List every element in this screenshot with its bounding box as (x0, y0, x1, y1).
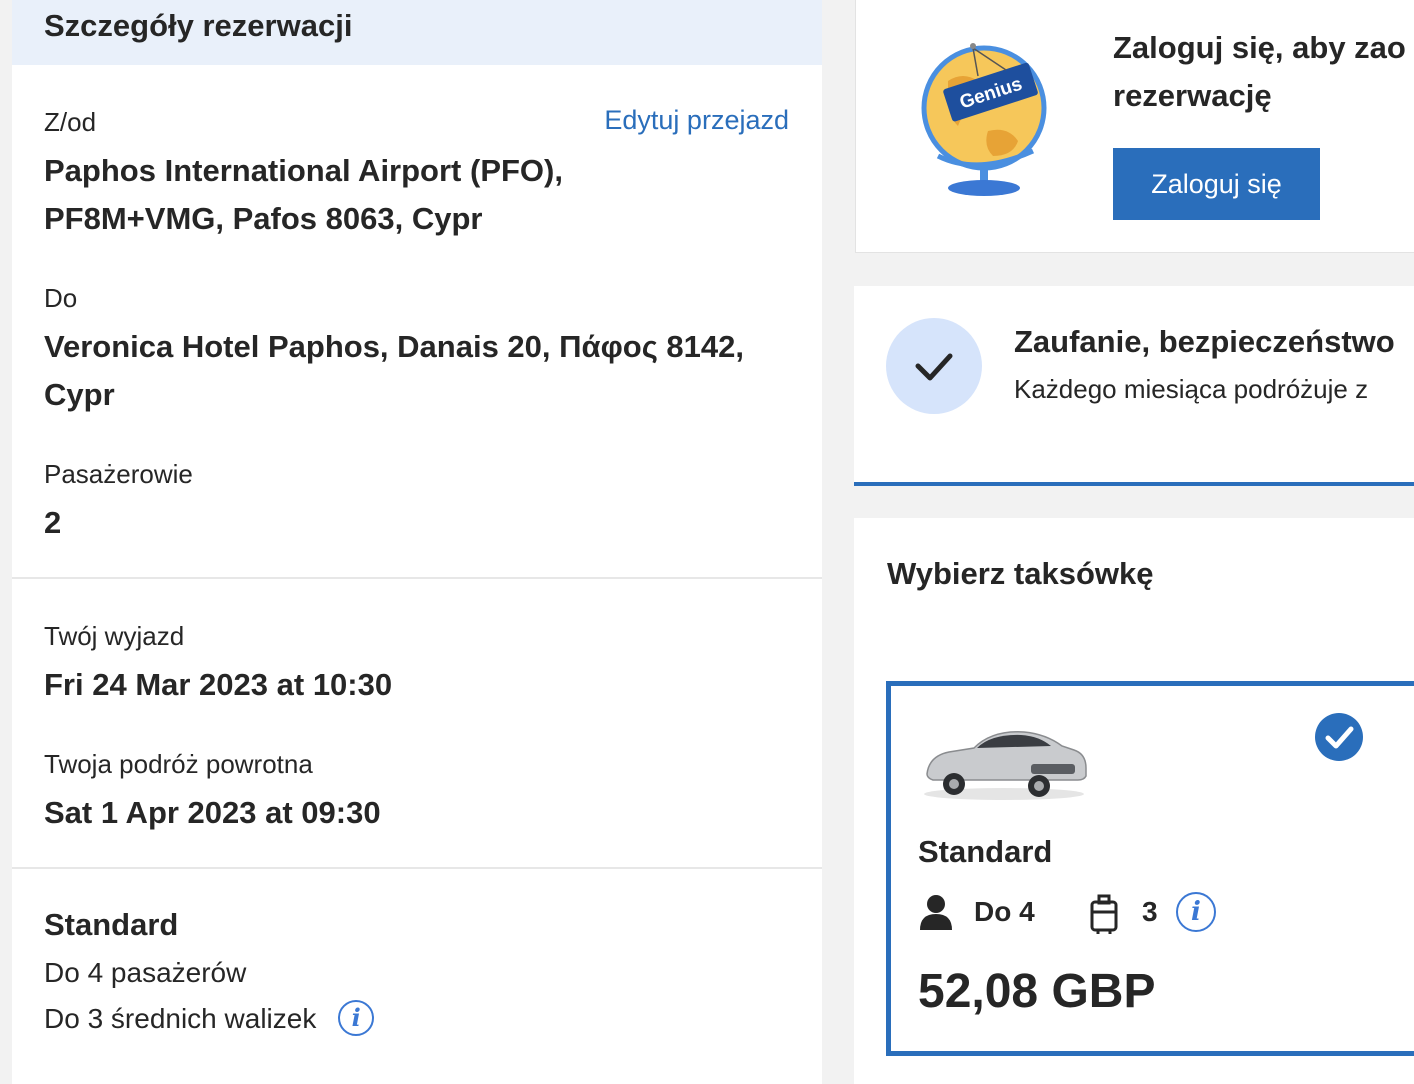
taxi-info-icon[interactable]: i (1176, 892, 1216, 932)
to-label: Do (44, 283, 78, 313)
vehicle-luggage: Do 3 średnich walizek i (44, 999, 375, 1036)
vehicle-luggage-text: Do 3 średnich walizek (44, 1003, 317, 1034)
person-icon (920, 895, 952, 930)
login-card: Genius Zaloguj się, aby zao rezerwację Z… (855, 0, 1414, 253)
passengers-label: Pasażerowie (44, 459, 193, 489)
departure-label: Twój wyjazd (44, 621, 185, 651)
booking-details-title: Szczegóły rezerwacji (44, 8, 353, 43)
taxi-option-standard[interactable]: Standard Do 4 3 i 52,08 GBP (886, 681, 1414, 1056)
login-button[interactable]: Zaloguj się (1113, 148, 1320, 220)
dates-section: Twój wyjazd Fri 24 Mar 2023 at 10:30 Two… (12, 579, 822, 869)
from-value: Paphos International Airport (PFO), PF8M… (44, 147, 563, 243)
from-value-line1: Paphos International Airport (PFO), (44, 153, 563, 188)
booking-details-header: Szczegóły rezerwacji (12, 0, 822, 65)
departure-value: Fri 24 Mar 2023 at 10:30 (44, 667, 393, 702)
trust-subtitle: Każdego miesiąca podróżuje z (1014, 374, 1369, 404)
globe-icon: Genius (921, 43, 1047, 196)
login-prompt: Zaloguj się, aby zao rezerwację (1113, 24, 1414, 120)
car-image (924, 731, 1087, 800)
selected-check-icon (1315, 713, 1363, 761)
check-icon (886, 318, 982, 414)
trust-title: Zaufanie, bezpieczeństwo (1014, 324, 1395, 359)
from-value-line2: PF8M+VMG, Pafos 8063, Cypr (44, 201, 483, 236)
taxi-selection-title: Wybierz taksówkę (887, 556, 1154, 591)
route-section: Z/od Edytuj przejazd Paphos Internationa… (12, 65, 822, 579)
vehicle-passengers: Do 4 pasażerów (44, 957, 247, 988)
taxi-option-passengers: Do 4 (974, 896, 1035, 927)
taxi-option-luggage: 3 (1142, 896, 1158, 927)
to-value-line2: Cypr (44, 377, 115, 412)
info-icon[interactable]: i (338, 999, 375, 1036)
taxi-option-price: 52,08 GBP (918, 965, 1156, 1018)
booking-details-panel: Szczegóły rezerwacji Z/od Edytuj przejaz… (12, 0, 822, 1084)
taxi-option-name: Standard (918, 834, 1053, 869)
vehicle-section: Standard Do 4 pasażerów Do 3 średnich wa… (12, 869, 822, 1084)
to-value: Veronica Hotel Paphos, Danais 20, Πάφος … (44, 323, 744, 419)
from-label: Z/od (44, 107, 97, 137)
taxi-selection-card: Wybierz taksówkę Standard Do 4 3 i 52,08… (854, 518, 1414, 1084)
login-prompt-line1: Zaloguj się, aby zao (1113, 30, 1406, 65)
edit-ride-link[interactable]: Edytuj przejazd (604, 105, 789, 136)
to-value-line1: Veronica Hotel Paphos, Danais 20, Πάφος … (44, 329, 744, 364)
return-value: Sat 1 Apr 2023 at 09:30 (44, 795, 381, 830)
login-prompt-line2: rezerwację (1113, 78, 1272, 113)
passengers-value: 2 (44, 505, 62, 540)
luggage-icon (1090, 894, 1118, 934)
trust-card: Zaufanie, bezpieczeństwo Każdego miesiąc… (854, 286, 1414, 486)
taxi-option-features: Do 4 3 i (918, 892, 1318, 936)
vehicle-name: Standard (44, 907, 179, 942)
return-label: Twoja podróż powrotna (44, 749, 313, 779)
